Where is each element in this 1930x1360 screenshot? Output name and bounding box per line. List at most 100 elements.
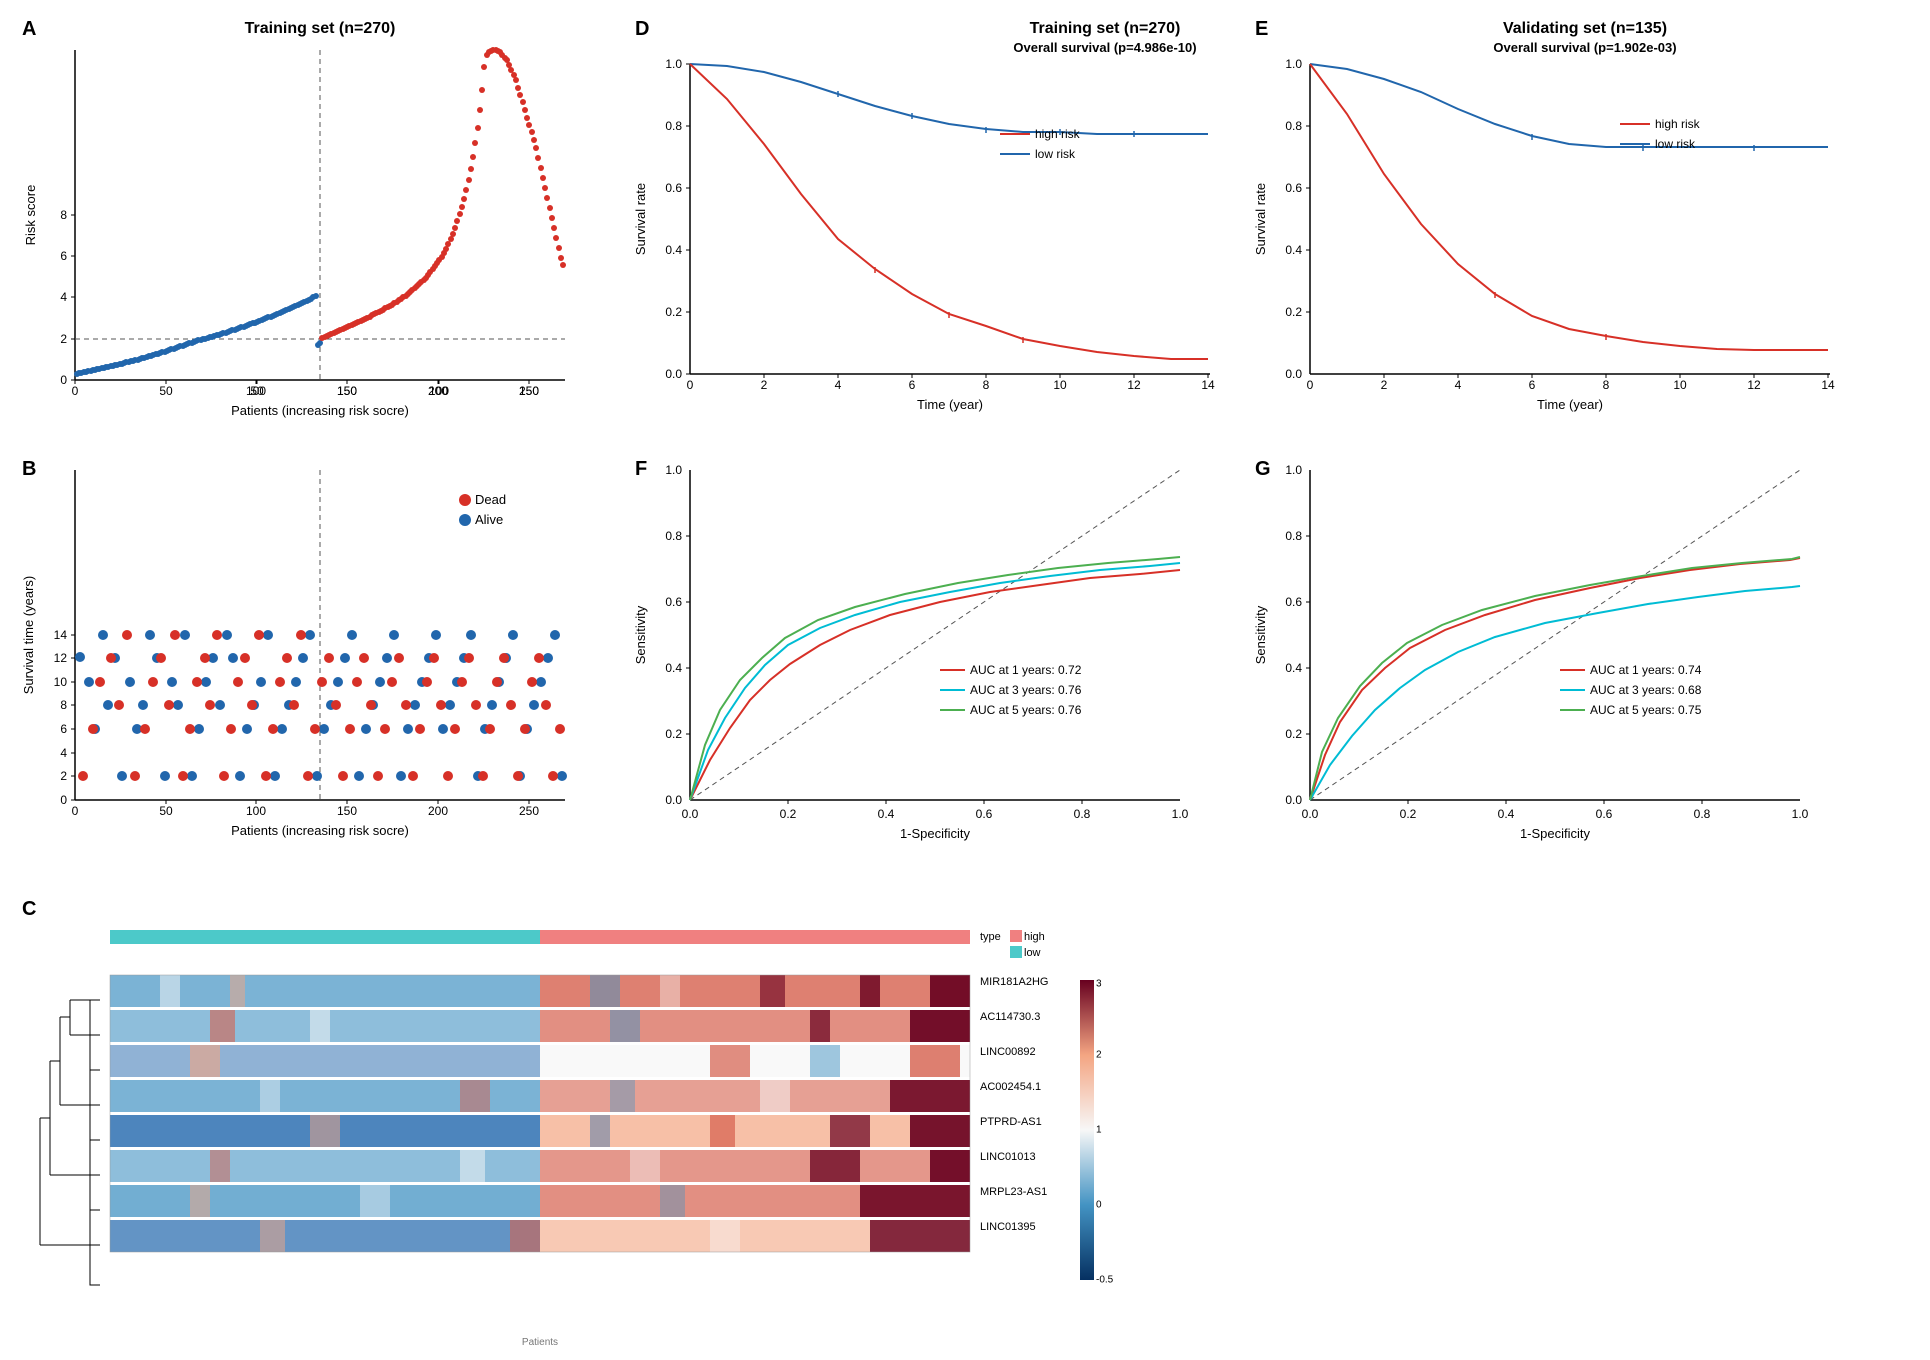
svg-text:Survival time (years): Survival time (years) — [21, 576, 36, 694]
svg-text:6: 6 — [1529, 378, 1536, 392]
panel-b: B 0 2 4 6 8 10 12 14 — [10, 450, 630, 890]
svg-text:type: type — [980, 931, 1001, 943]
svg-text:6: 6 — [60, 249, 67, 263]
svg-text:2: 2 — [1381, 378, 1388, 392]
svg-text:AC002454.1: AC002454.1 — [980, 1081, 1041, 1093]
svg-text:0.4: 0.4 — [665, 661, 682, 675]
svg-text:0.6: 0.6 — [1285, 595, 1302, 609]
svg-text:low risk: low risk — [1655, 137, 1696, 151]
svg-text:Time (year): Time (year) — [1537, 397, 1603, 412]
svg-text:50: 50 — [159, 384, 173, 398]
svg-text:MRPL23-AS1: MRPL23-AS1 — [980, 1186, 1047, 1198]
svg-text:0: 0 — [1096, 1200, 1102, 1211]
svg-text:LINC01013: LINC01013 — [980, 1151, 1036, 1163]
svg-text:0.6: 0.6 — [665, 595, 682, 609]
panel-e-title: Validating set (n=135) — [1250, 20, 1920, 38]
svg-text:AUC at 3 years: 0.68: AUC at 3 years: 0.68 — [1590, 683, 1702, 697]
panel-c-label: C — [22, 898, 36, 921]
svg-text:0.4: 0.4 — [878, 807, 895, 821]
svg-text:12: 12 — [1747, 378, 1761, 392]
svg-text:0.0: 0.0 — [1285, 367, 1302, 381]
svg-text:8: 8 — [1603, 378, 1610, 392]
svg-text:high risk: high risk — [1035, 127, 1081, 141]
svg-text:0.0: 0.0 — [665, 367, 682, 381]
svg-text:4: 4 — [1455, 378, 1462, 392]
panel-a-label: A — [22, 18, 36, 41]
svg-text:Patients (increasing risk socr: Patients (increasing risk socre) — [231, 403, 409, 418]
svg-text:200: 200 — [428, 384, 448, 398]
panel-e: E Validating set (n=135) Overall surviva… — [1250, 10, 1930, 450]
svg-text:0.2: 0.2 — [1285, 727, 1302, 741]
panel-a-title: Training set (n=270) — [20, 20, 620, 38]
svg-text:3: 3 — [1096, 979, 1102, 990]
svg-text:Patients: Patients — [522, 1337, 558, 1348]
svg-text:1.0: 1.0 — [1172, 807, 1189, 821]
panel-f-label: F — [635, 458, 647, 481]
svg-text:high risk: high risk — [1655, 117, 1701, 131]
svg-text:8: 8 — [983, 378, 990, 392]
svg-text:2: 2 — [761, 378, 768, 392]
svg-text:Patients (increasing risk socr: Patients (increasing risk socre) — [231, 823, 409, 838]
svg-text:0.8: 0.8 — [665, 119, 682, 133]
svg-text:Survival rate: Survival rate — [633, 183, 648, 255]
svg-text:LINC00892: LINC00892 — [980, 1046, 1036, 1058]
panel-right-bottom — [1250, 890, 1930, 1360]
svg-text:Sensitivity: Sensitivity — [633, 605, 648, 664]
svg-text:10: 10 — [54, 675, 68, 689]
svg-text:250: 250 — [519, 384, 539, 398]
svg-text:0.6: 0.6 — [976, 807, 993, 821]
svg-text:0.4: 0.4 — [665, 243, 682, 257]
svg-text:8: 8 — [60, 698, 67, 712]
svg-text:Sensitivity: Sensitivity — [1253, 605, 1268, 664]
svg-text:PTPRD-AS1: PTPRD-AS1 — [980, 1116, 1042, 1128]
svg-text:8: 8 — [60, 208, 67, 222]
alive-dots — [75, 630, 567, 781]
panel-e-subtitle: Overall survival (p=1.902e-03) — [1250, 40, 1920, 55]
svg-text:AUC at 1 years: 0.72: AUC at 1 years: 0.72 — [970, 663, 1082, 677]
svg-text:AUC at 3 years: 0.76: AUC at 3 years: 0.76 — [970, 683, 1082, 697]
svg-text:0.6: 0.6 — [1285, 181, 1302, 195]
svg-text:50: 50 — [159, 804, 173, 818]
svg-text:6: 6 — [60, 722, 67, 736]
panel-a: A Training set (n=270) 0 2 4 6 8 — [10, 10, 630, 450]
panel-g-chart: 0.0 0.2 0.4 0.6 0.8 1.0 0.0 0.2 0.4 0.6 … — [1250, 460, 1870, 860]
svg-text:0: 0 — [72, 384, 79, 398]
svg-text:2: 2 — [1096, 1050, 1102, 1061]
svg-text:1-Specificity: 1-Specificity — [900, 826, 971, 841]
svg-text:MIR181A2HG: MIR181A2HG — [980, 976, 1048, 988]
svg-text:Dead: Dead — [475, 492, 506, 507]
panel-c: C typ — [10, 890, 1250, 1360]
panel-b-label: B — [22, 458, 36, 481]
low-risk-dots — [74, 293, 323, 377]
panel-d-label: D — [635, 18, 649, 41]
svg-text:1.0: 1.0 — [1792, 807, 1809, 821]
svg-text:6: 6 — [909, 378, 916, 392]
svg-text:0.2: 0.2 — [780, 807, 797, 821]
svg-text:Time (year): Time (year) — [917, 397, 983, 412]
svg-text:100: 100 — [246, 384, 266, 398]
svg-text:AC114730.3: AC114730.3 — [980, 1011, 1040, 1023]
high-risk-dots — [319, 47, 566, 341]
svg-text:1.0: 1.0 — [665, 463, 682, 477]
svg-text:0.4: 0.4 — [1285, 661, 1302, 675]
svg-text:0.8: 0.8 — [665, 529, 682, 543]
svg-text:1-Specificity: 1-Specificity — [1520, 826, 1591, 841]
svg-text:0.6: 0.6 — [1596, 807, 1613, 821]
svg-text:2: 2 — [60, 332, 67, 346]
svg-text:Risk score: Risk score — [23, 185, 38, 246]
svg-text:0.0: 0.0 — [1302, 807, 1319, 821]
main-container: A Training set (n=270) 0 2 4 6 8 — [0, 0, 1930, 1350]
svg-text:0: 0 — [1307, 378, 1314, 392]
svg-text:high: high — [1024, 931, 1045, 943]
svg-text:0.2: 0.2 — [665, 305, 682, 319]
svg-text:1.0: 1.0 — [1285, 463, 1302, 477]
svg-text:0.8: 0.8 — [1285, 119, 1302, 133]
svg-text:AUC at 5 years: 0.75: AUC at 5 years: 0.75 — [1590, 703, 1702, 717]
svg-text:150: 150 — [337, 384, 357, 398]
panel-d-chart: 0.0 0.2 0.4 0.6 0.8 1.0 0 2 4 6 — [630, 59, 1250, 439]
svg-text:14: 14 — [1201, 378, 1215, 392]
svg-text:Alive: Alive — [475, 512, 503, 527]
svg-text:4: 4 — [60, 746, 67, 760]
svg-text:200: 200 — [428, 804, 448, 818]
svg-text:0: 0 — [60, 373, 67, 387]
